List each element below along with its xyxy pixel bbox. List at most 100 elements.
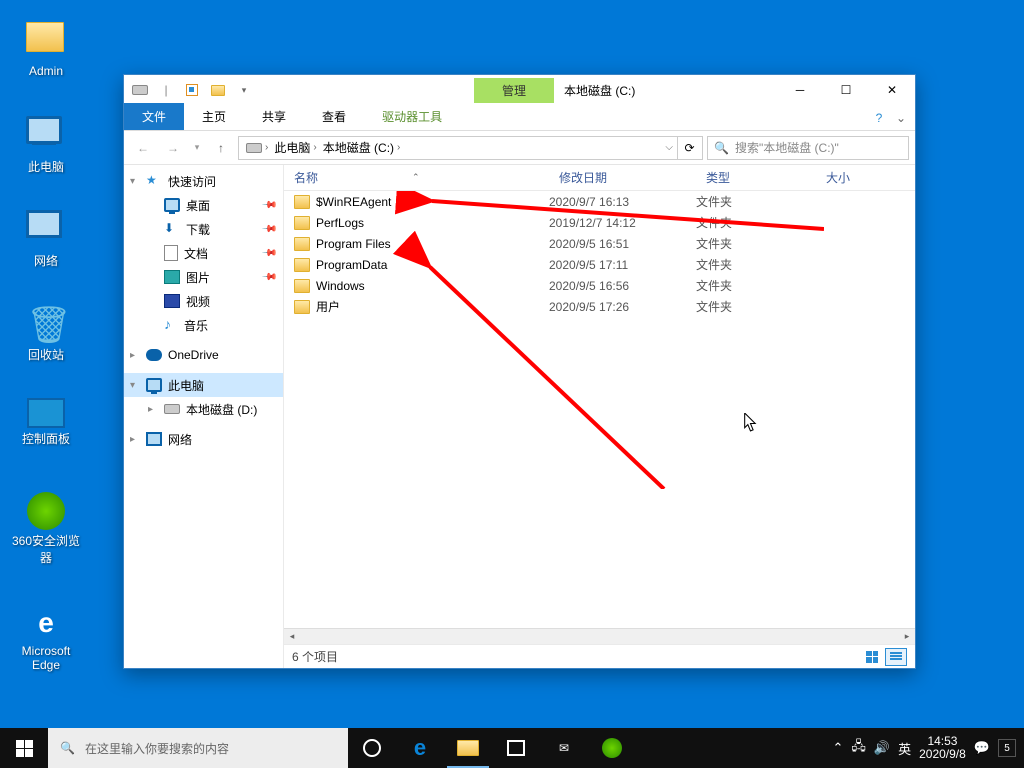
tab-share[interactable]: 共享 [244, 103, 304, 130]
scroll-right-icon[interactable]: ▸ [899, 629, 915, 645]
file-list[interactable]: $WinREAgent2020/9/7 16:13文件夹PerfLogs2019… [284, 191, 915, 628]
video-icon [164, 294, 180, 308]
search-input[interactable]: 🔍 搜索"本地磁盘 (C:)" [707, 136, 909, 160]
file-name: PerfLogs [316, 216, 364, 230]
taskbar-mail[interactable]: ✉ [540, 728, 588, 768]
back-button[interactable]: ← [130, 135, 156, 161]
desktop-icon-network[interactable]: 网络 [10, 210, 82, 269]
file-date: 2020/9/7 16:13 [549, 195, 696, 209]
taskbar-edge[interactable]: e [396, 728, 444, 768]
file-name: Program Files [316, 237, 391, 251]
nav-drive-d[interactable]: ▸本地磁盘 (D:) [124, 397, 283, 421]
breadcrumb-pc[interactable]: 此电脑 [274, 139, 310, 156]
start-button[interactable] [0, 728, 48, 768]
chevron-right-icon[interactable]: › [313, 142, 316, 153]
nav-quick-access[interactable]: ▾★快速访问 [124, 169, 283, 193]
tab-drive-tools[interactable]: 驱动器工具 [364, 103, 460, 130]
chevron-down-icon[interactable]: ▾ [130, 380, 135, 391]
chevron-right-icon[interactable]: › [265, 142, 268, 153]
tray-indicator-icon[interactable]: 5 [998, 739, 1016, 757]
nav-onedrive[interactable]: ▸OneDrive [124, 343, 283, 367]
tray-notifications-icon[interactable]: 💬 [974, 740, 990, 756]
maximize-button[interactable]: ☐ [823, 75, 869, 105]
window-title: 本地磁盘 (C:) [554, 82, 635, 99]
nav-videos[interactable]: 视频 [124, 289, 283, 313]
taskbar-search[interactable]: 🔍 在这里输入你要搜索的内容 [48, 728, 348, 768]
qat-new-folder-icon[interactable] [206, 79, 230, 101]
address-bar[interactable]: › 此电脑› 本地磁盘 (C:)› ⌵ [238, 136, 678, 160]
tray-up-icon[interactable]: ⌃ [832, 740, 843, 756]
address-dropdown-icon[interactable]: ⌵ [665, 142, 673, 153]
file-row[interactable]: Windows2020/9/5 16:56文件夹 [284, 275, 915, 296]
qat-dropdown-icon[interactable]: ▾ [232, 79, 256, 101]
desktop-icon-admin[interactable]: Admin [10, 22, 82, 78]
file-date: 2020/9/5 16:56 [549, 279, 696, 293]
tray-ime[interactable]: 英 [898, 739, 911, 758]
ribbon-contextual-manage[interactable]: 管理 [474, 78, 554, 103]
scroll-left-icon[interactable]: ◂ [284, 629, 300, 645]
title-bar[interactable]: | ▾ 管理 本地磁盘 (C:) ─ ☐ ✕ [124, 75, 915, 105]
tray-clock[interactable]: 14:532020/9/8 [919, 735, 966, 761]
refresh-button[interactable]: ⟳ [677, 136, 703, 160]
cursor-icon [744, 413, 758, 433]
view-thumbnails-icon[interactable] [861, 648, 883, 666]
cortana-icon[interactable] [348, 728, 396, 768]
tab-file[interactable]: 文件 [124, 103, 184, 130]
taskbar-360[interactable] [588, 728, 636, 768]
file-row[interactable]: ProgramData2020/9/5 17:11文件夹 [284, 254, 915, 275]
nav-thispc[interactable]: ▾此电脑 [124, 373, 283, 397]
taskbar[interactable]: 🔍 在这里输入你要搜索的内容 e ✉ ⌃ 🖧 🔊 英 14:532020/9/8… [0, 728, 1024, 768]
star-icon: ★ [146, 173, 162, 189]
taskbar-store[interactable] [492, 728, 540, 768]
ribbon-tabs: 文件 主页 共享 查看 驱动器工具 ⌄ ? [124, 105, 915, 131]
forward-button[interactable]: → [160, 135, 186, 161]
chevron-right-icon[interactable]: ▸ [148, 404, 153, 415]
chevron-right-icon[interactable]: › [397, 142, 400, 153]
file-date: 2020/9/5 17:11 [549, 258, 696, 272]
file-row[interactable]: $WinREAgent2020/9/7 16:13文件夹 [284, 191, 915, 212]
close-button[interactable]: ✕ [869, 75, 915, 105]
desktop-icon-control[interactable]: 控制面板 [10, 398, 82, 447]
file-row[interactable]: 用户2020/9/5 17:26文件夹 [284, 296, 915, 317]
chevron-right-icon[interactable]: ▸ [130, 434, 135, 445]
nav-music[interactable]: ♪音乐 [124, 313, 283, 337]
file-name: 用户 [316, 298, 340, 315]
folder-icon [294, 279, 310, 293]
chevron-right-icon[interactable]: ▸ [130, 350, 135, 361]
up-button[interactable]: ↑ [208, 135, 234, 161]
tray-volume-icon[interactable]: 🔊 [874, 740, 890, 756]
ribbon-expand-icon[interactable]: ⌄ [891, 109, 911, 127]
file-row[interactable]: Program Files2020/9/5 16:51文件夹 [284, 233, 915, 254]
taskbar-explorer[interactable] [444, 728, 492, 768]
breadcrumb-drive[interactable]: 本地磁盘 (C:) [323, 139, 394, 156]
nav-downloads[interactable]: ⬇下载📌 [124, 217, 283, 241]
view-details-icon[interactable] [885, 648, 907, 666]
file-row[interactable]: PerfLogs2019/12/7 14:12文件夹 [284, 212, 915, 233]
column-date[interactable]: 修改日期 [549, 169, 696, 186]
nav-pictures[interactable]: 图片📌 [124, 265, 283, 289]
nav-documents[interactable]: 文档📌 [124, 241, 283, 265]
column-type[interactable]: 类型 [696, 169, 816, 186]
desktop-icon-360[interactable]: 360安全浏览器 [10, 492, 82, 566]
ribbon-help-icon[interactable]: ? [869, 109, 889, 127]
desktop-icon-edge[interactable]: e Microsoft Edge [10, 604, 82, 672]
column-name[interactable]: 名称⌃ [284, 169, 549, 186]
nav-network[interactable]: ▸网络 [124, 427, 283, 451]
tray-network-icon[interactable]: 🖧 [851, 737, 866, 759]
recent-locations-dropdown[interactable]: ▾ [190, 135, 204, 161]
chevron-down-icon[interactable]: ▾ [130, 176, 135, 187]
desktop-icon-thispc[interactable]: 此电脑 [10, 116, 82, 175]
desktop-icon-recycle[interactable]: 🗑 回收站 [10, 304, 82, 363]
horizontal-scrollbar[interactable]: ◂ ▸ [284, 628, 915, 644]
tab-view[interactable]: 查看 [304, 103, 364, 130]
nav-desktop[interactable]: 桌面📌 [124, 193, 283, 217]
column-size[interactable]: 大小 [816, 169, 915, 186]
navigation-pane[interactable]: ▾★快速访问 桌面📌 ⬇下载📌 文档📌 图片📌 视频 ♪音乐 ▸OneDrive… [124, 165, 284, 668]
folder-icon [294, 258, 310, 272]
tab-home[interactable]: 主页 [184, 103, 244, 130]
file-type: 文件夹 [696, 214, 816, 231]
qat-properties-icon[interactable] [180, 79, 204, 101]
search-icon: 🔍 [714, 141, 729, 155]
system-tray[interactable]: ⌃ 🖧 🔊 英 14:532020/9/8 💬 5 [824, 728, 1024, 768]
minimize-button[interactable]: ─ [777, 75, 823, 105]
